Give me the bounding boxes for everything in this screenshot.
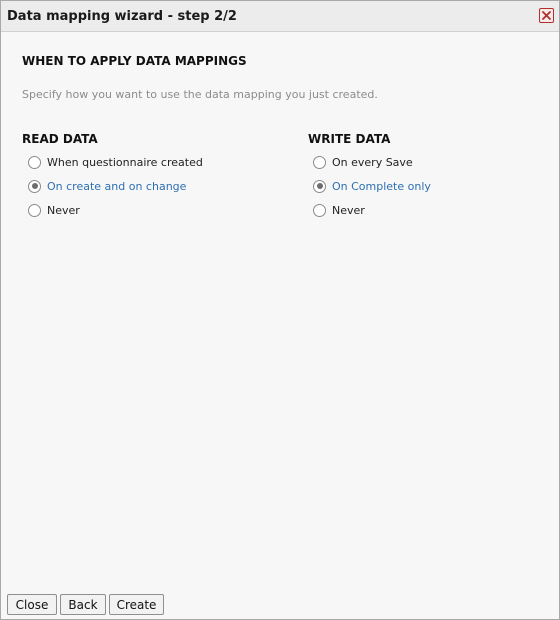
read-option-never[interactable]: Never	[28, 202, 80, 218]
data-mapping-wizard-dialog: Data mapping wizard - step 2/2 WHEN TO A…	[0, 0, 560, 620]
section-description: Specify how you want to use the data map…	[22, 88, 378, 101]
radio-button[interactable]	[28, 203, 41, 217]
read-option-on-create-and-change[interactable]: On create and on change	[28, 178, 186, 194]
read-option-label: On create and on change	[47, 179, 187, 193]
write-data-title: WRITE DATA	[308, 132, 391, 146]
dialog-title: Data mapping wizard - step 2/2	[7, 9, 237, 24]
close-button[interactable]: Close	[7, 594, 57, 615]
dialog-titlebar: Data mapping wizard - step 2/2	[1, 1, 559, 32]
write-option-label: On Complete only	[332, 179, 431, 193]
write-option-every-save[interactable]: On every Save	[313, 154, 413, 170]
read-option-label: When questionnaire created	[47, 155, 203, 169]
radio-button-selected[interactable]	[28, 179, 41, 193]
section-heading: WHEN TO APPLY DATA MAPPINGS	[22, 54, 247, 68]
radio-button[interactable]	[28, 155, 41, 169]
back-button[interactable]: Back	[60, 594, 106, 615]
read-option-when-created[interactable]: When questionnaire created	[28, 154, 203, 170]
read-data-title: READ DATA	[22, 132, 98, 146]
create-button[interactable]: Create	[109, 594, 164, 615]
write-option-never[interactable]: Never	[313, 202, 365, 218]
read-option-label: Never	[47, 203, 80, 217]
write-option-label: Never	[332, 203, 365, 217]
write-option-label: On every Save	[332, 155, 413, 169]
close-icon[interactable]	[539, 8, 554, 23]
write-option-on-complete[interactable]: On Complete only	[313, 178, 431, 194]
radio-button[interactable]	[313, 155, 326, 169]
radio-button[interactable]	[313, 203, 326, 217]
radio-button-selected[interactable]	[313, 179, 326, 193]
